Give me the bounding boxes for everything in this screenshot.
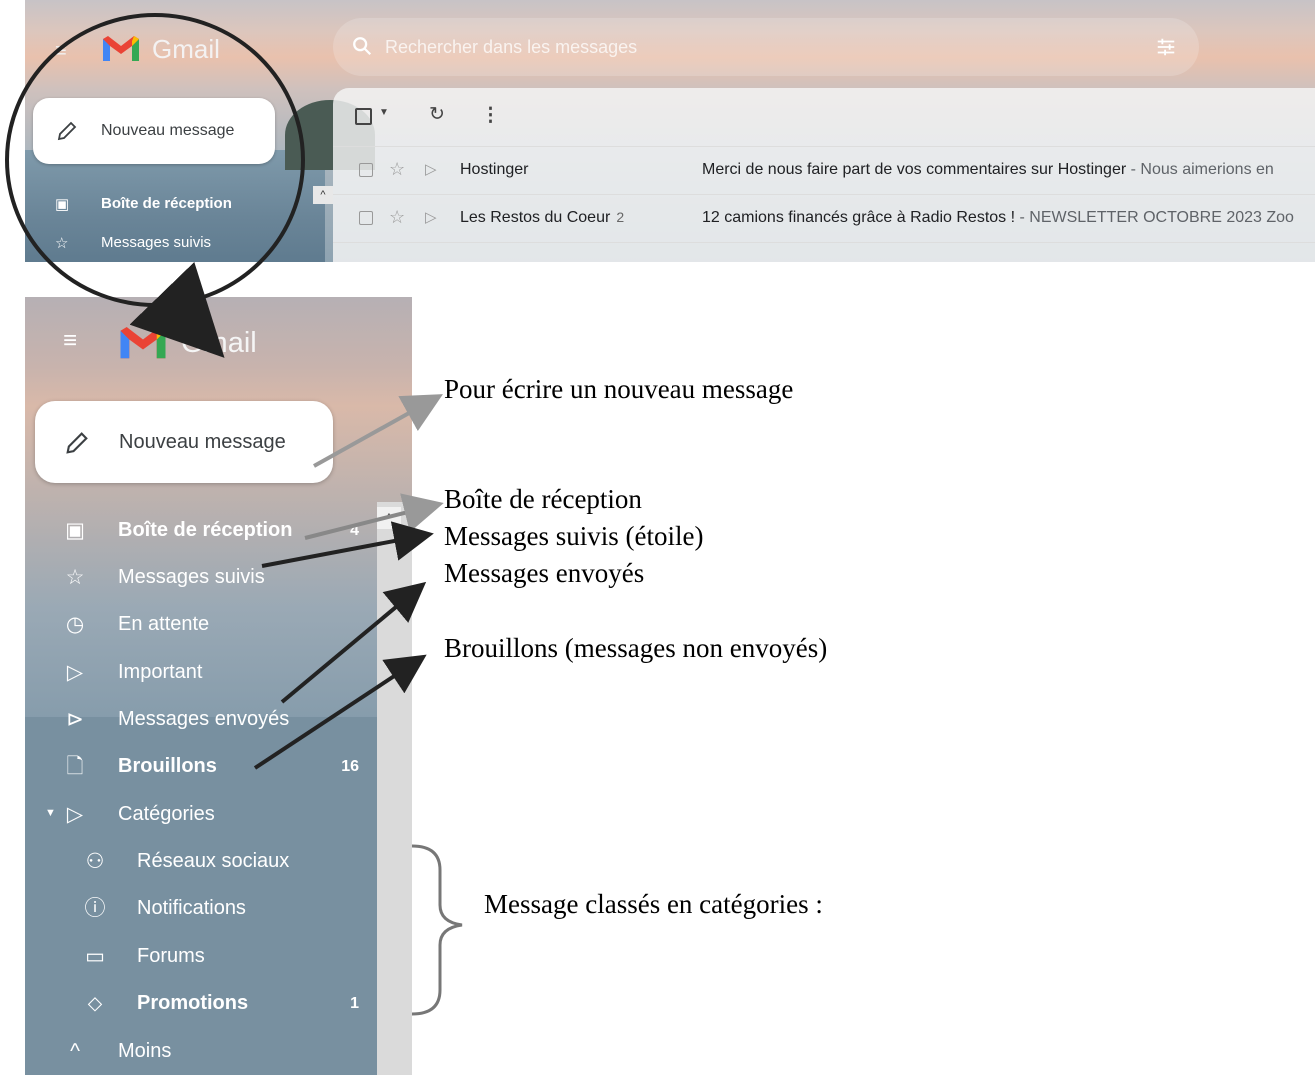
zoom-arrow (129, 261, 225, 358)
arrow-drafts (253, 654, 427, 770)
zoom-circle (5, 13, 305, 307)
arrow-starred (261, 521, 434, 568)
annotation-drafts: Brouillons (messages non envoyés) (444, 633, 828, 663)
category-brace (411, 844, 463, 1016)
annotation-starred: Messages suivis (étoile) (444, 521, 704, 551)
annotation-compose: Pour écrire un nouveau message (444, 374, 794, 404)
annotation-categories: Message classés en catégories : (484, 889, 823, 919)
arrow-sent (280, 581, 427, 704)
arrow-compose (313, 394, 443, 468)
annotation-inbox: Boîte de réception (444, 484, 642, 514)
arrow-inbox (304, 493, 444, 540)
annotation-sent: Messages envoyés (444, 558, 645, 588)
